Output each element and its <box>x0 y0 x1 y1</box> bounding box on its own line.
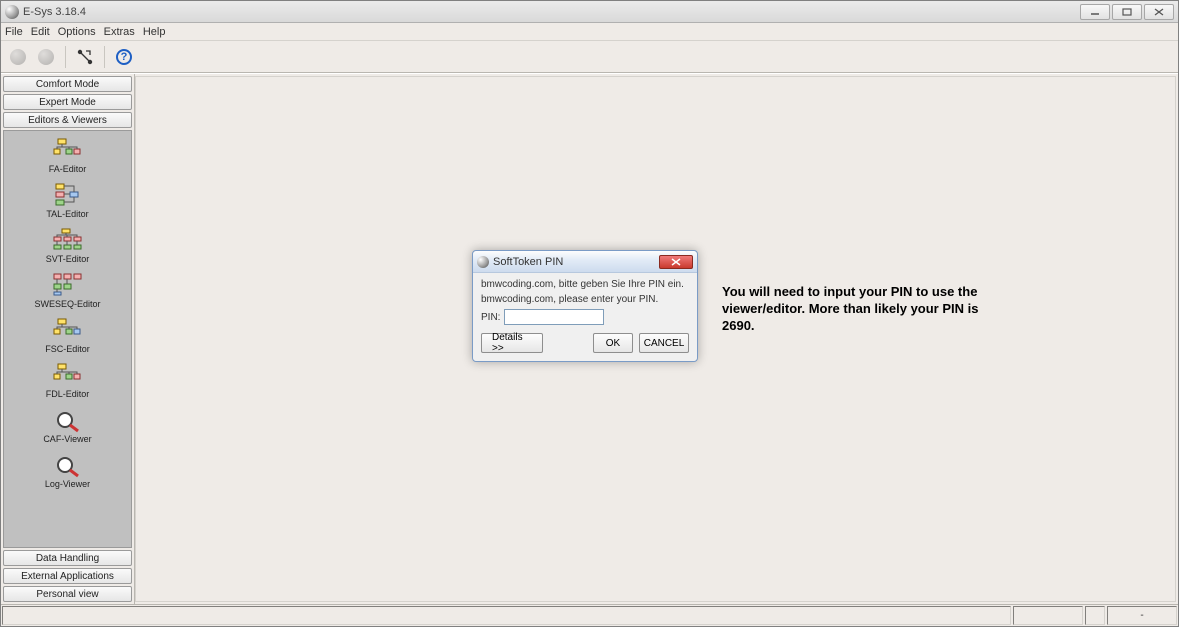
maximize-icon <box>1122 8 1132 16</box>
sidebar-item-label: SWESEQ-Editor <box>34 299 100 309</box>
caf-viewer-icon <box>52 407 84 433</box>
sidebar-item-svt-editor[interactable]: SVT-Editor <box>4 225 131 268</box>
sidebar-item-fdl-editor[interactable]: FDL-Editor <box>4 360 131 403</box>
toolbar-separator-2 <box>104 46 105 68</box>
sidebar-item-fa-editor[interactable]: FA-Editor <box>4 135 131 178</box>
fsc-editor-icon <box>52 317 84 343</box>
sidebar-item-label: FA-Editor <box>49 164 87 174</box>
dialog-app-icon <box>477 256 489 268</box>
pin-input[interactable] <box>504 309 604 325</box>
toolbar-back-button[interactable] <box>7 46 29 68</box>
sidebar-item-label: TAL-Editor <box>46 209 88 219</box>
sidebar-item-label: FSC-Editor <box>45 344 90 354</box>
menu-options[interactable]: Options <box>58 26 96 38</box>
sidebar-data-handling[interactable]: Data Handling <box>3 550 132 566</box>
sweseq-editor-icon <box>52 272 84 298</box>
sidebar-item-label: SVT-Editor <box>46 254 90 264</box>
dialog-buttons: Details >> OK CANCEL <box>481 333 689 353</box>
sidebar-personal-view[interactable]: Personal view <box>3 586 132 602</box>
close-icon <box>1154 8 1164 16</box>
window-controls <box>1080 4 1174 20</box>
toolbar-connect-button[interactable] <box>74 46 96 68</box>
close-button[interactable] <box>1144 4 1174 20</box>
statusbar-cell-1 <box>1013 606 1083 625</box>
cancel-button[interactable]: CANCEL <box>639 333 689 353</box>
statusbar: - <box>1 604 1178 626</box>
maximize-button[interactable] <box>1112 4 1142 20</box>
softtoken-pin-dialog: SoftToken PIN bmwcoding.com, bitte geben… <box>472 250 698 362</box>
sidebar-item-label: Log-Viewer <box>45 479 90 489</box>
minimize-icon <box>1090 8 1100 16</box>
connect-icon <box>76 48 94 66</box>
toolbar-help-button[interactable]: ? <box>113 46 135 68</box>
titlebar: E-Sys 3.18.4 <box>1 1 1178 23</box>
dialog-body: bmwcoding.com, bitte geben Sie Ihre PIN … <box>473 273 697 361</box>
statusbar-cell-2 <box>1085 606 1105 625</box>
sidebar-item-sweseq-editor[interactable]: SWESEQ-Editor <box>4 270 131 313</box>
toolbar-separator <box>65 46 66 68</box>
sidebar-editors-viewers[interactable]: Editors & Viewers <box>3 112 132 128</box>
back-icon <box>10 49 26 65</box>
sidebar-external-applications[interactable]: External Applications <box>3 568 132 584</box>
statusbar-cell-3: - <box>1107 606 1177 625</box>
fa-editor-icon <box>52 137 84 163</box>
sidebar-item-label: CAF-Viewer <box>43 434 91 444</box>
sidebar-item-caf-viewer[interactable]: CAF-Viewer <box>4 405 131 448</box>
statusbar-spacer <box>2 606 1011 625</box>
sidebar-expert-mode[interactable]: Expert Mode <box>3 94 132 110</box>
dialog-text-line1: bmwcoding.com, bitte geben Sie Ihre PIN … <box>481 279 689 290</box>
tal-editor-icon <box>52 182 84 208</box>
sidebar-item-log-viewer[interactable]: Log-Viewer <box>4 450 131 493</box>
toolbar-forward-button[interactable] <box>35 46 57 68</box>
forward-icon <box>38 49 54 65</box>
menu-extras[interactable]: Extras <box>104 26 135 38</box>
menubar: File Edit Options Extras Help <box>1 23 1178 41</box>
dialog-text-line2: bmwcoding.com, please enter your PIN. <box>481 294 689 305</box>
pin-row: PIN: <box>481 309 689 325</box>
help-icon: ? <box>116 49 132 65</box>
sidebar-item-tal-editor[interactable]: TAL-Editor <box>4 180 131 223</box>
dialog-titlebar: SoftToken PIN <box>473 251 697 273</box>
dialog-close-button[interactable] <box>659 255 693 269</box>
minimize-button[interactable] <box>1080 4 1110 20</box>
annotation-text: You will need to input your PIN to use t… <box>722 284 992 335</box>
sidebar-item-fsc-editor[interactable]: FSC-Editor <box>4 315 131 358</box>
app-icon <box>5 5 19 19</box>
window-title: E-Sys 3.18.4 <box>23 6 1080 18</box>
fdl-editor-icon <box>52 362 84 388</box>
ok-button[interactable]: OK <box>593 333 633 353</box>
svt-editor-icon <box>52 227 84 253</box>
pin-label: PIN: <box>481 312 500 323</box>
sidebar-item-label: FDL-Editor <box>46 389 90 399</box>
sidebar-icon-panel: FA-Editor TAL-Editor <box>3 130 132 548</box>
dialog-title: SoftToken PIN <box>493 256 659 268</box>
toolbar: ? <box>1 41 1178 73</box>
menu-help[interactable]: Help <box>143 26 166 38</box>
details-button[interactable]: Details >> <box>481 333 543 353</box>
menu-file[interactable]: File <box>5 26 23 38</box>
sidebar-comfort-mode[interactable]: Comfort Mode <box>3 76 132 92</box>
close-icon <box>671 258 681 266</box>
sidebar: Comfort Mode Expert Mode Editors & Viewe… <box>1 74 135 604</box>
menu-edit[interactable]: Edit <box>31 26 50 38</box>
log-viewer-icon <box>52 452 84 478</box>
